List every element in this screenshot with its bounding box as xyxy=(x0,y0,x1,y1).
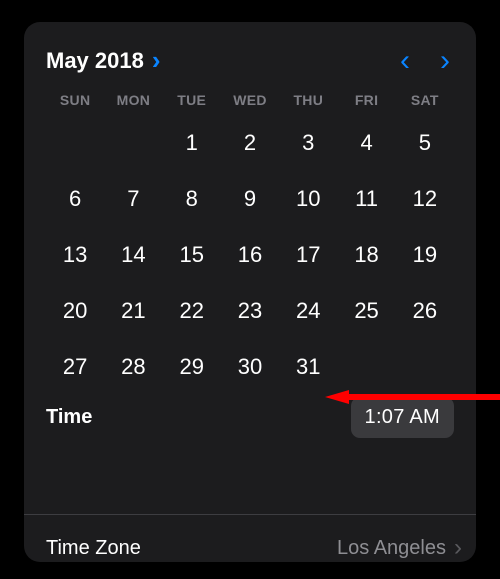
weekday-label: TUE xyxy=(163,92,221,108)
date-time-picker-card: May 2018 › ‹ › SUN MON TUE WED THU FRI S… xyxy=(24,22,476,562)
calendar-day[interactable]: 7 xyxy=(104,174,162,224)
calendar-day[interactable]: 8 xyxy=(163,174,221,224)
calendar-day[interactable]: 25 xyxy=(337,286,395,336)
calendar-day[interactable]: 22 xyxy=(163,286,221,336)
month-year-label: May 2018 xyxy=(46,48,144,74)
calendar-day[interactable]: 30 xyxy=(221,342,279,392)
calendar-day[interactable]: 4 xyxy=(337,118,395,168)
calendar-day[interactable]: 11 xyxy=(337,174,395,224)
time-zone-value: Los Angeles xyxy=(337,537,446,560)
calendar-day[interactable]: 10 xyxy=(279,174,337,224)
weekday-label: THU xyxy=(279,92,337,108)
time-row: Time 1:07 AM xyxy=(46,402,454,452)
calendar-day[interactable]: 27 xyxy=(46,342,104,392)
calendar-day[interactable]: 2 xyxy=(221,118,279,168)
calendar-day-empty xyxy=(104,118,162,168)
calendar-day[interactable]: 17 xyxy=(279,230,337,280)
time-zone-value-wrap: Los Angeles › xyxy=(337,536,462,560)
calendar-day[interactable]: 26 xyxy=(396,286,454,336)
calendar-day[interactable]: 20 xyxy=(46,286,104,336)
time-value-button[interactable]: 1:07 AM xyxy=(351,397,454,438)
calendar-day[interactable]: 14 xyxy=(104,230,162,280)
divider xyxy=(24,514,476,515)
month-nav: ‹ › xyxy=(400,46,454,76)
calendar-day[interactable]: 9 xyxy=(221,174,279,224)
calendar-day[interactable]: 19 xyxy=(396,230,454,280)
month-year-button[interactable]: May 2018 › xyxy=(46,48,161,74)
calendar-day[interactable]: 24 xyxy=(279,286,337,336)
calendar-day[interactable]: 5 xyxy=(396,118,454,168)
calendar-day[interactable]: 18 xyxy=(337,230,395,280)
calendar-grid: 1234567891011121314151617181920212223242… xyxy=(46,118,454,392)
calendar-day[interactable]: 3 xyxy=(279,118,337,168)
weekday-label: SAT xyxy=(396,92,454,108)
time-zone-label: Time Zone xyxy=(46,537,141,560)
calendar-day[interactable]: 31 xyxy=(279,342,337,392)
time-label: Time xyxy=(46,406,92,429)
time-zone-row[interactable]: Time Zone Los Angeles › xyxy=(46,520,462,576)
chevron-right-icon: › xyxy=(454,536,462,560)
weekday-label: WED xyxy=(221,92,279,108)
next-month-button[interactable]: › xyxy=(440,46,450,76)
calendar-day[interactable]: 23 xyxy=(221,286,279,336)
calendar-header: May 2018 › ‹ › xyxy=(46,44,454,78)
weekday-header: SUN MON TUE WED THU FRI SAT xyxy=(46,92,454,108)
calendar-day[interactable]: 12 xyxy=(396,174,454,224)
calendar-day[interactable]: 16 xyxy=(221,230,279,280)
calendar-day[interactable]: 15 xyxy=(163,230,221,280)
calendar-day[interactable]: 13 xyxy=(46,230,104,280)
weekday-label: SUN xyxy=(46,92,104,108)
calendar-day-empty xyxy=(46,118,104,168)
weekday-label: MON xyxy=(104,92,162,108)
chevron-right-icon: › xyxy=(152,47,161,73)
calendar-day[interactable]: 28 xyxy=(104,342,162,392)
calendar-day[interactable]: 6 xyxy=(46,174,104,224)
prev-month-button[interactable]: ‹ xyxy=(400,46,410,76)
calendar-day[interactable]: 29 xyxy=(163,342,221,392)
calendar-day[interactable]: 21 xyxy=(104,286,162,336)
weekday-label: FRI xyxy=(337,92,395,108)
calendar-day[interactable]: 1 xyxy=(163,118,221,168)
